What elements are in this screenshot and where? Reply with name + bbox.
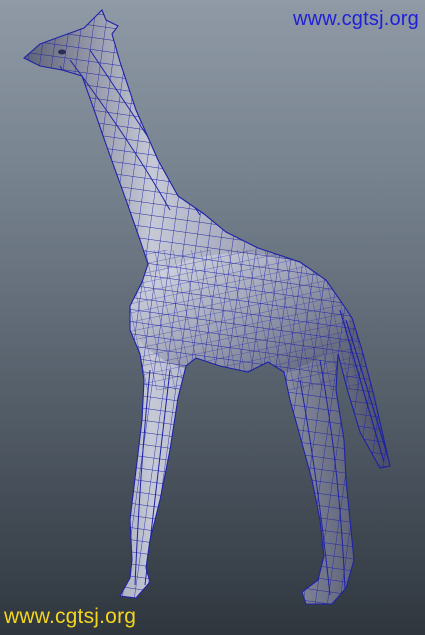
3d-viewport[interactable]: www.cgtsj.org www.cgtsj.org <box>0 0 425 635</box>
watermark-bottom: www.cgtsj.org <box>4 605 137 628</box>
giraffe-wireframe-model <box>23 9 391 605</box>
giraffe-eye <box>58 49 66 55</box>
watermark-top: www.cgtsj.org <box>293 8 419 30</box>
